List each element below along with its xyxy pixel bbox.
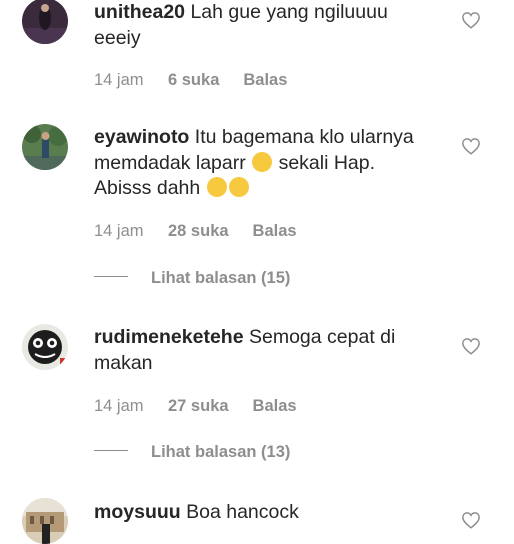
comment-username[interactable]: moysuuu — [94, 501, 181, 523]
comment-text: eyawinoto Itu bagemana klo ularnya memda… — [94, 125, 424, 202]
reply-button[interactable]: Balas — [253, 222, 297, 241]
smirk-emoji-icon — [252, 151, 273, 172]
like-count[interactable]: 27 suka — [168, 397, 229, 416]
comment-meta: 14 jam 28 suka Balas — [94, 222, 297, 241]
comment-username[interactable]: rudimeneketehe — [94, 326, 244, 348]
reply-button[interactable]: Balas — [253, 397, 297, 416]
reply-button[interactable]: Balas — [243, 71, 287, 90]
comment-text: unithea20 Lah gue yang ngiluuuu eeeiy — [94, 0, 434, 51]
view-replies-button[interactable]: Lihat balasan (13) — [94, 443, 290, 462]
comment-time: 14 jam — [94, 397, 144, 415]
view-replies-label: Lihat balasan (15) — [151, 269, 291, 287]
comment-username[interactable]: unithea20 — [94, 1, 185, 23]
comment-meta: 14 jam 6 suka Balas — [94, 71, 287, 90]
avatar[interactable] — [22, 324, 68, 370]
heart-icon[interactable] — [461, 337, 481, 355]
view-replies-button[interactable]: Lihat balasan (15) — [94, 269, 290, 288]
comment-text: rudimeneketehe Semoga cepat di makan — [94, 325, 434, 376]
flushed-emoji-icon — [206, 177, 227, 197]
comment-time: 14 jam — [94, 222, 144, 240]
comment-username[interactable]: eyawinoto — [94, 126, 189, 148]
comment-body: Boa hancock — [186, 501, 299, 523]
heart-icon[interactable] — [461, 511, 481, 529]
avatar[interactable] — [22, 124, 68, 170]
like-count[interactable]: 6 suka — [168, 71, 219, 90]
flushed-emoji-icon — [228, 177, 249, 197]
divider-line — [94, 276, 128, 278]
avatar[interactable] — [22, 0, 68, 44]
heart-icon[interactable] — [461, 137, 481, 155]
comment-text: moysuuu Boa hancock — [94, 500, 434, 526]
comment-meta: 14 jam 27 suka Balas — [94, 397, 297, 416]
comment-time: 14 jam — [94, 71, 144, 89]
like-count[interactable]: 28 suka — [168, 222, 229, 241]
divider-line — [94, 450, 128, 452]
avatar[interactable] — [22, 498, 68, 544]
heart-icon[interactable] — [461, 11, 481, 29]
view-replies-label: Lihat balasan (13) — [151, 443, 291, 461]
